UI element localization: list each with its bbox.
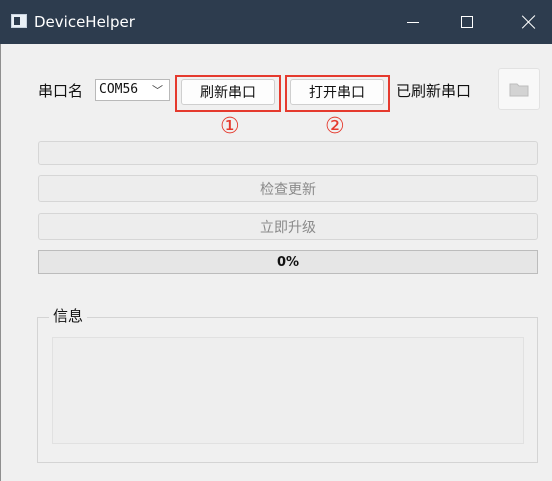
folder-icon xyxy=(509,83,529,97)
maximize-button[interactable] xyxy=(444,0,490,44)
check-update-button[interactable]: 检查更新 xyxy=(38,175,538,202)
window-title: DeviceHelper xyxy=(34,13,135,31)
status-field xyxy=(38,141,538,165)
open-folder-button[interactable] xyxy=(498,68,540,110)
open-port-button[interactable]: 打开串口 xyxy=(290,79,384,105)
minimize-button[interactable] xyxy=(390,0,436,44)
minimize-icon xyxy=(407,21,419,23)
maximize-icon xyxy=(461,16,473,28)
port-label: 串口名 xyxy=(38,82,84,100)
info-textarea[interactable] xyxy=(52,337,524,444)
title-bar: DeviceHelper xyxy=(0,0,552,44)
progress-bar: 0% xyxy=(38,250,538,274)
port-select-value: COM56 xyxy=(99,82,139,97)
chevron-down-icon: ﹀ xyxy=(152,84,163,97)
close-button[interactable] xyxy=(506,0,552,44)
port-select[interactable]: COM56 ﹀ xyxy=(95,79,170,101)
refresh-port-button[interactable]: 刷新串口 xyxy=(181,79,275,105)
annotation-number-1: ① xyxy=(220,114,240,139)
app-icon xyxy=(11,14,27,28)
port-status-text: 已刷新串口 xyxy=(396,82,472,100)
upgrade-now-button[interactable]: 立即升级 xyxy=(38,213,538,240)
close-icon xyxy=(522,15,536,29)
info-title: 信息 xyxy=(49,305,88,326)
progress-text: 0% xyxy=(276,254,300,270)
annotation-number-2: ② xyxy=(325,114,345,139)
